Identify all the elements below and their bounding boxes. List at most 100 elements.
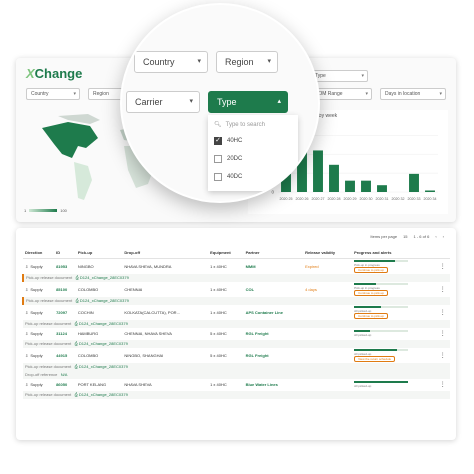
column-header[interactable]: ID	[54, 248, 76, 259]
document-link[interactable]: ⎙ D124_xChange_28EC0379	[75, 321, 128, 326]
more-options-icon[interactable]: ⋮	[436, 379, 450, 391]
chart-bar	[425, 190, 435, 192]
cell-pickup: NINGBO	[77, 263, 94, 269]
action-pill[interactable]: Continue to pick-up	[354, 266, 388, 273]
option-20dc[interactable]: 20DC	[214, 155, 242, 163]
cell-equip: 1 x 40HC	[210, 382, 227, 387]
action-pill[interactable]: View the return schedule	[354, 355, 396, 362]
document-link[interactable]: ⎙ D124_xChange_28EC0379	[75, 364, 128, 369]
more-options-icon[interactable]: ⋮	[436, 328, 450, 340]
shipments-table-card: Items per page 15 1 - 6 of 6 ‹ › Directi…	[16, 228, 456, 440]
chevron-down-icon: ▾	[267, 58, 271, 65]
column-header: Drop-off	[122, 248, 209, 259]
table-row[interactable]: ⇩ Supply 44915 COLOMBO NINGBO, SHANGHAI 5 x 4…	[23, 348, 450, 363]
row-document: Pick-up release document ⎙ D124_xChange_…	[23, 319, 450, 328]
action-pill[interactable]: Continue to pick-up	[354, 289, 388, 296]
table-row[interactable]: ⇩ Supply 72097 COCHIN KOLKATA(CALCUTTA), POR…	[23, 305, 450, 320]
supply-icon: ⇩	[25, 382, 29, 387]
row-document: Pick-up release document ⎙ D124_xChange_…	[22, 273, 450, 282]
column-header: Direction	[23, 248, 55, 259]
document-link[interactable]: ⎙ D124_xChange_28EC0379	[75, 341, 128, 346]
column-header[interactable]: Pick-up	[75, 248, 123, 259]
chart-bar	[329, 164, 339, 192]
row-document: Pick-up release document ⎙ D124_xChange_…	[23, 390, 450, 399]
checkbox-icon[interactable]	[214, 155, 222, 163]
cell-pickup: COLOMBO	[77, 352, 99, 358]
more-options-icon[interactable]: ⋮	[436, 348, 450, 363]
row-document: Pick-up release document ⎙ D124_xChange_…	[23, 362, 450, 371]
cell-dropoff: CHENNAI, NHAVA SHEVA	[124, 331, 172, 336]
document-cell: Pick-up release document ⎙ D124_xChange_…	[22, 296, 450, 305]
more-options-icon[interactable]: ⋮	[436, 258, 450, 274]
document-cell: Pick-up release document ⎙ D124_xChange_…	[23, 339, 450, 348]
cell-pickup: COLOMBO	[77, 286, 99, 292]
chevron-down-icon: ▾	[189, 98, 193, 105]
option-40hc[interactable]: ✓ 40HC	[214, 137, 242, 145]
cell-progress: Pick-up in progress Continue to pick-up	[352, 258, 435, 274]
country-filter[interactable]: Country ▾	[26, 88, 80, 100]
next-page-icon[interactable]: ›	[443, 234, 444, 239]
cell-dropoff: NHAVA SHEVA, MUNDRA	[124, 263, 172, 269]
paginator: Items per page 15 1 - 6 of 6 ‹ ›	[370, 234, 444, 239]
cell-dropoff: NHAVA SHEVA	[124, 382, 152, 387]
cell-equip: 5 x 40HC	[210, 352, 227, 358]
document-link[interactable]: ⎙ D124_xChange_28EC0379	[76, 275, 129, 280]
xchange-logo: XChange	[26, 66, 83, 81]
supply-icon: ⇩	[25, 309, 29, 315]
magnified-country-filter[interactable]: Country ▾	[134, 51, 208, 73]
table-row[interactable]: ⇩ Supply 86050 PORT KELANG NHAVA SHEVA 1 x 40…	[23, 379, 450, 391]
cell-id[interactable]: 81953	[54, 258, 76, 274]
document-cell: Pick-up release document ⎙ D124_xChange_…	[23, 390, 450, 399]
type-search-input[interactable]: 🔍︎ Type to search	[214, 121, 265, 129]
chevron-down-icon: ▾	[365, 91, 368, 97]
cell-id[interactable]: 31124	[54, 328, 76, 340]
per-page-select[interactable]: 15	[403, 234, 407, 239]
x-tick-label: 2020 30	[360, 197, 373, 201]
chart-bar	[409, 173, 419, 192]
x-tick-label: 2020 27	[312, 197, 325, 201]
column-header: Release validity	[303, 248, 353, 259]
cell-dir: ⇩ Supply	[25, 263, 43, 269]
type-filter-top[interactable]: Type ▾	[310, 70, 368, 82]
cell-equip: 5 x 40HC	[210, 331, 227, 336]
cell-validity	[303, 379, 352, 391]
chevron-up-icon: ▴	[277, 98, 281, 105]
checkbox-icon[interactable]	[214, 173, 222, 181]
cell-dropoff: NINGBO, SHANGHAI	[124, 352, 164, 358]
more-options-icon[interactable]: ⋮	[436, 282, 450, 297]
cell-equip: 1 x 40HC	[210, 309, 227, 315]
cell-id[interactable]: 85100	[54, 282, 76, 297]
supply-icon: ⇩	[25, 352, 29, 358]
x-tick-label: 2020 26	[296, 197, 309, 201]
cell-partner: COL	[245, 286, 255, 292]
prev-page-icon[interactable]: ‹	[435, 234, 436, 239]
cell-id[interactable]: 72097	[54, 305, 76, 320]
more-options-icon[interactable]: ⋮	[436, 305, 450, 320]
cell-pickup: PORT KELANG	[77, 382, 107, 387]
x-tick-label: 2020 32	[392, 197, 405, 201]
carrier-filter[interactable]: Carrier ▾	[126, 91, 200, 113]
table-row[interactable]: ⇩ Supply 31124 HAMBURG CHENNAI, NHAVA SHEVA 5…	[23, 328, 450, 340]
cell-validity	[303, 348, 352, 363]
magnified-region-filter[interactable]: Region ▾	[216, 51, 278, 73]
column-header: Partner	[243, 248, 304, 259]
supply-icon: ⇩	[25, 286, 29, 292]
cell-dir: ⇩ Supply	[25, 331, 43, 336]
document-link[interactable]: ⎙ D124_xChange_28EC0379	[76, 298, 129, 303]
document-link[interactable]: ⎙ D124_xChange_28EC0379	[75, 392, 128, 397]
cell-id[interactable]: 44915	[54, 348, 76, 363]
cell-dir: ⇩ Supply	[25, 352, 43, 358]
action-pill[interactable]: Continue to pick-up	[354, 312, 388, 319]
cell-pickup: COCHIN	[77, 309, 94, 315]
table-row[interactable]: ⇩ Supply 81953 NINGBO NHAVA SHEVA, MUNDRA 1 x…	[23, 258, 450, 274]
chart-bar	[377, 185, 387, 192]
checkbox-checked-icon[interactable]: ✓	[214, 137, 222, 145]
chevron-down-icon: ▾	[439, 91, 442, 97]
cell-equip: 1 x 40HC	[210, 286, 227, 292]
cell-id[interactable]: 86050	[54, 379, 76, 391]
table-row[interactable]: ⇩ Supply 85100 COLOMBO CHENNAI 1 x 40HC COL 4 d…	[23, 282, 450, 297]
x-tick-label: 2020 28	[328, 197, 341, 201]
days-in-location-filter[interactable]: Days in location ▾	[380, 88, 446, 100]
option-40dc[interactable]: 40DC	[214, 173, 242, 181]
type-filter-open[interactable]: Type ▴	[208, 91, 288, 113]
